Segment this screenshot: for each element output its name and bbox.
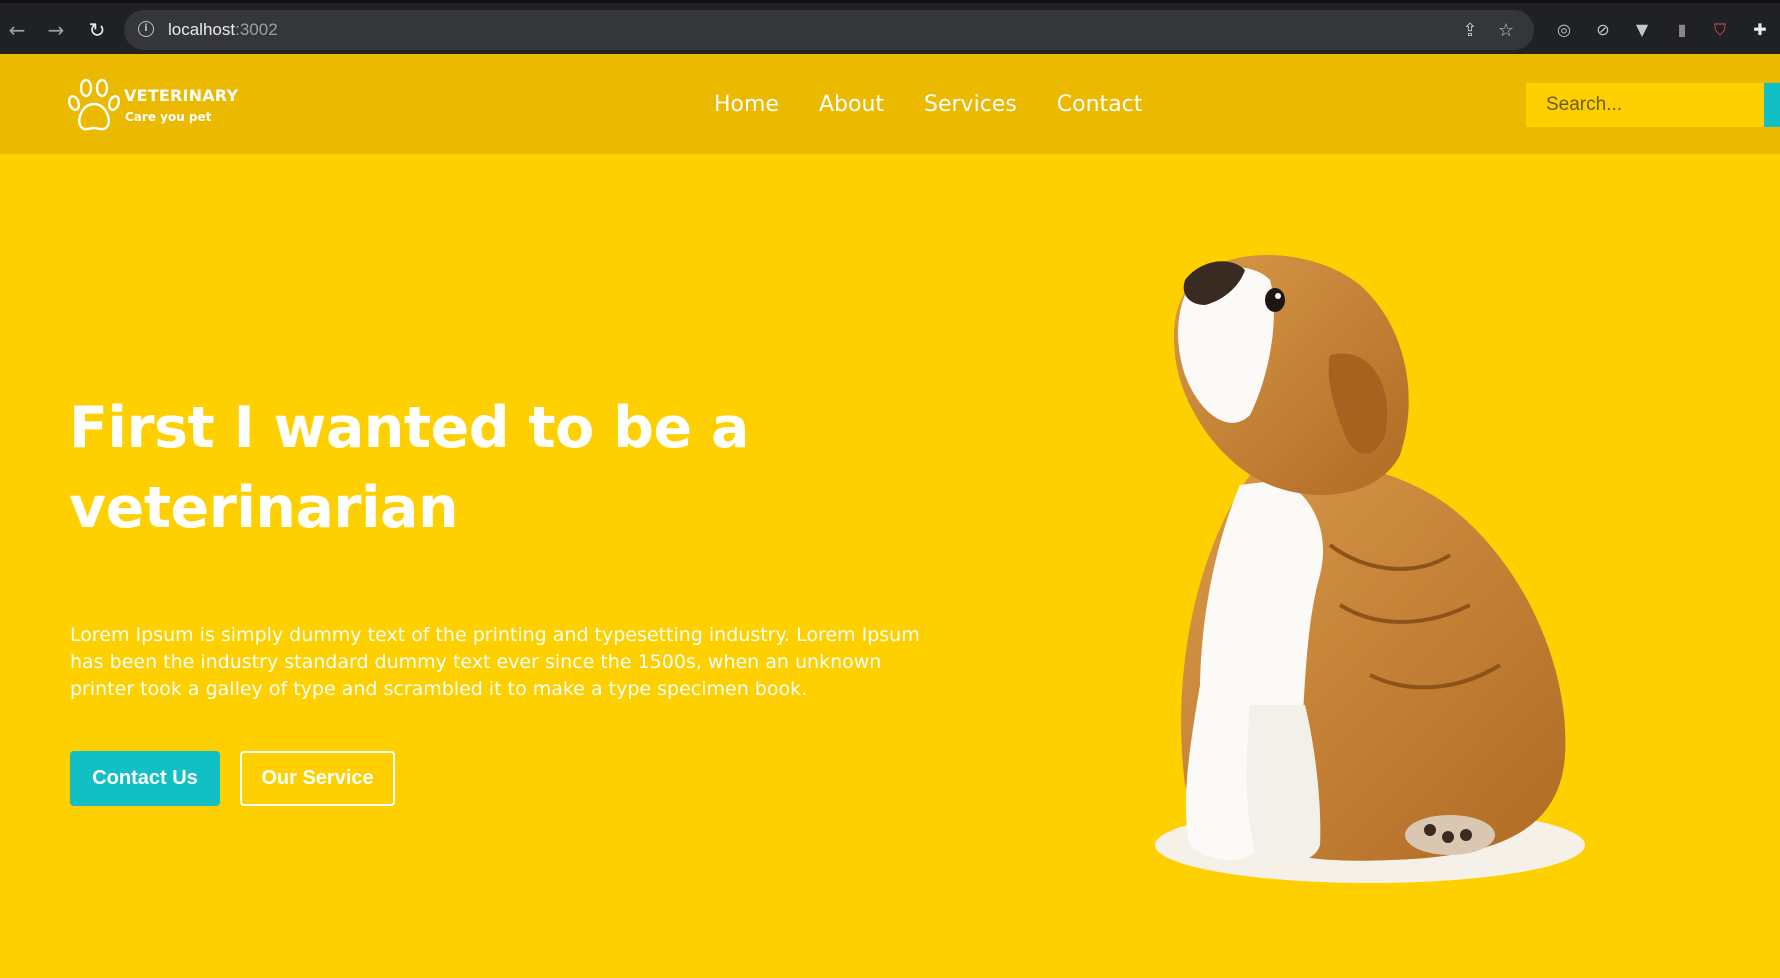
nav-contact[interactable]: Contact [1057, 92, 1143, 117]
search-input[interactable] [1526, 83, 1764, 127]
brand-subtitle: Care you pet [125, 110, 212, 124]
our-service-button[interactable]: Our Service [240, 751, 395, 806]
site-header: VETERINARY Care you pet Home About Servi… [0, 54, 1780, 154]
bulldog-puppy-image [1155, 255, 1585, 883]
puzzle-icon[interactable]: ✚ [1748, 18, 1772, 42]
nav-about[interactable]: About [819, 92, 884, 117]
brand-title: VETERINARY [124, 86, 239, 105]
main-nav: Home About Services Contact [714, 92, 1142, 117]
url-host: localhost [168, 20, 236, 39]
brand-logo[interactable]: VETERINARY Care you pet [68, 76, 268, 136]
extension-target-icon[interactable]: ◎ [1552, 18, 1576, 42]
extension-shield-icon[interactable]: ⛉ [1708, 18, 1732, 42]
nav-home[interactable]: Home [714, 92, 779, 117]
address-bar[interactable]: i localhost:3002 ⇪ ☆ [124, 10, 1534, 50]
hero-title: First I wanted to be a veterinarian [69, 395, 749, 541]
search-button[interactable] [1764, 83, 1780, 127]
share-icon[interactable]: ⇪ [1458, 19, 1482, 43]
nav-services[interactable]: Services [924, 92, 1017, 117]
paw-icon [68, 78, 120, 131]
site-info-icon[interactable]: i [138, 21, 154, 37]
hero-description: Lorem Ipsum is simply dummy text of the … [70, 624, 920, 700]
back-arrow-icon[interactable]: ← [4, 17, 30, 43]
extension-bottle-icon[interactable]: ▮ [1670, 18, 1694, 42]
forward-arrow-icon[interactable]: → [43, 17, 69, 43]
reload-icon[interactable]: ↻ [84, 17, 110, 43]
contact-us-button[interactable]: Contact Us [70, 751, 220, 806]
browser-toolbar: ← → ↻ i localhost:3002 ⇪ ☆ ◎ ⊘ ▼ ▮ ⛉ ✚ [0, 0, 1780, 54]
bookmark-star-icon[interactable]: ☆ [1494, 19, 1518, 43]
url-port: :3002 [235, 20, 278, 39]
address-url[interactable]: localhost:3002 [168, 20, 278, 40]
extension-v-icon[interactable]: ▼ [1630, 18, 1654, 42]
extension-link-icon[interactable]: ⊘ [1591, 18, 1615, 42]
